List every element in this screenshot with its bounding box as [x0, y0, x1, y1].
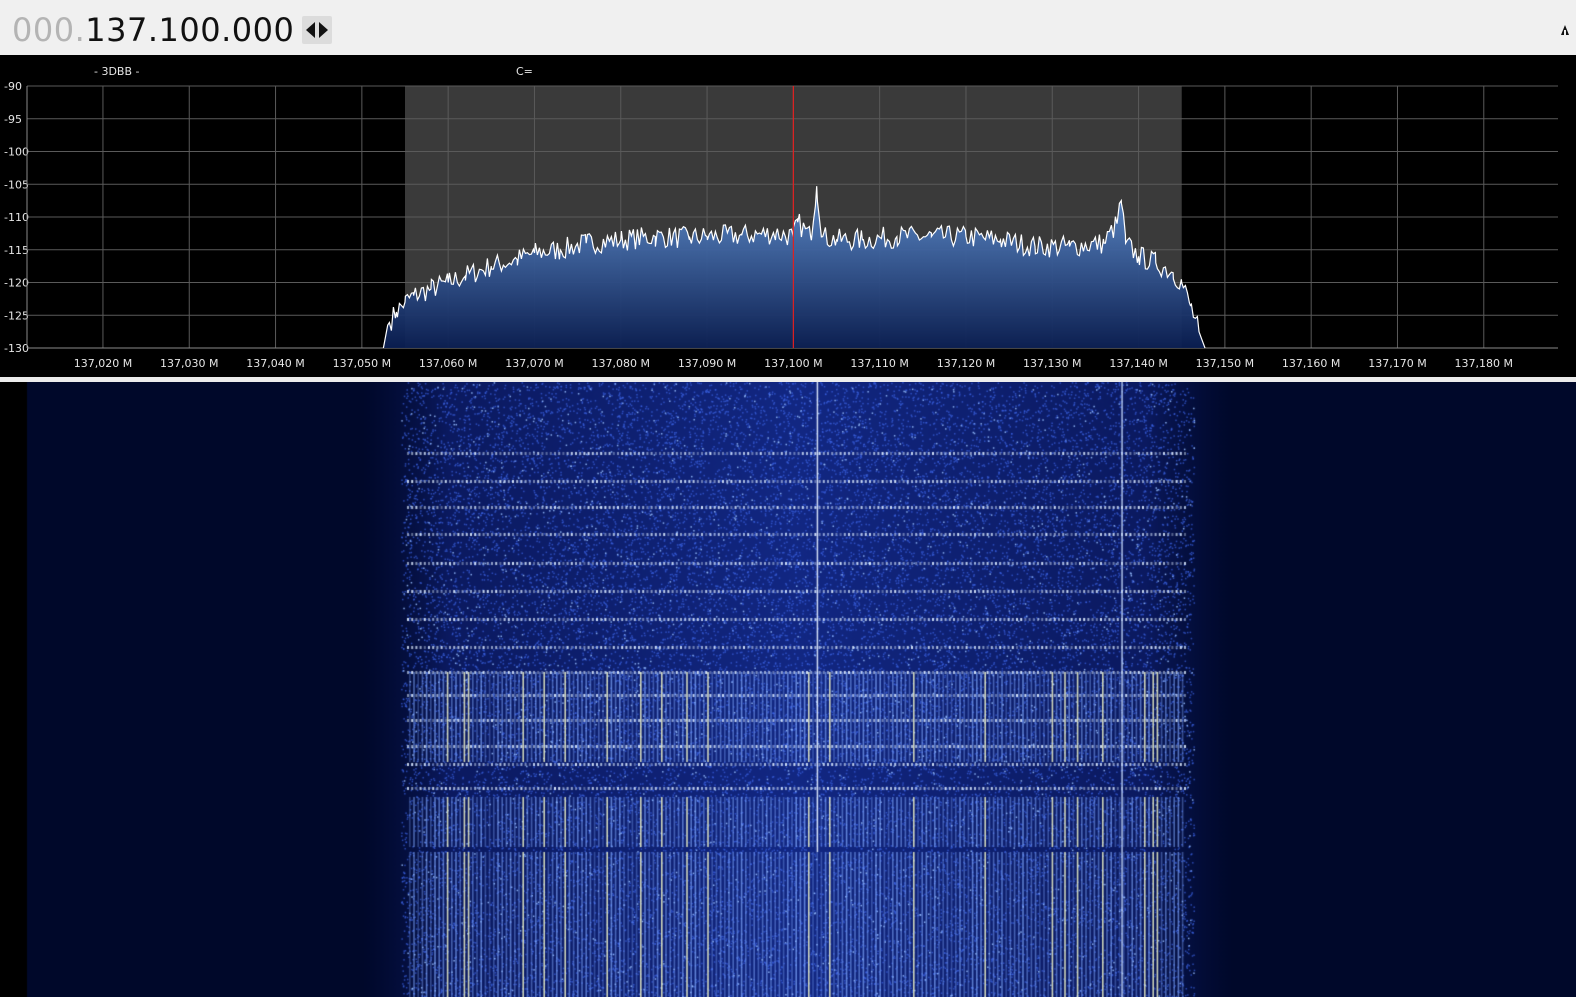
- x-tick-label: 137,060 M: [419, 357, 477, 370]
- x-tick-label: 137,140 M: [1109, 357, 1167, 370]
- y-tick-label: -120: [4, 277, 29, 290]
- x-tick-label: 137,050 M: [333, 357, 391, 370]
- waterfall-display[interactable]: [0, 382, 1576, 997]
- swap-arrows-button[interactable]: [302, 16, 332, 44]
- cursor-label: C=: [516, 65, 533, 78]
- y-tick-label: -110: [4, 211, 29, 224]
- x-tick-label: 137,020 M: [74, 357, 132, 370]
- x-tick-label: 137,090 M: [678, 357, 736, 370]
- x-tick-label: 137,070 M: [505, 357, 563, 370]
- y-tick-label: -95: [4, 113, 22, 126]
- x-tick-label: 137,160 M: [1282, 357, 1340, 370]
- x-tick-label: 137,040 M: [246, 357, 304, 370]
- y-tick-label: -115: [4, 244, 29, 257]
- y-tick-label: -90: [4, 80, 22, 93]
- y-tick-label: -105: [4, 178, 29, 191]
- spectrum-chart[interactable]: - 3DBB - C= -90 -95 -100 -105 -110 -115 -120 -1…: [0, 55, 1576, 377]
- frequency-display[interactable]: 000.137.100.000: [12, 10, 294, 50]
- x-tick-label: 137,130 M: [1023, 357, 1081, 370]
- y-tick-label: -100: [4, 146, 29, 159]
- x-tick-label: 137,180 M: [1455, 357, 1513, 370]
- x-tick-label: 137,170 M: [1368, 357, 1426, 370]
- x-tick-label: 137,100 M: [764, 357, 822, 370]
- x-tick-label: 137,080 M: [592, 357, 650, 370]
- y-tick-label: -130: [4, 342, 29, 355]
- waterfall-panel[interactable]: [0, 382, 1576, 997]
- x-tick-label: 137,030 M: [160, 357, 218, 370]
- left-right-arrows-icon: [306, 22, 328, 38]
- frequency-prefix[interactable]: 000.: [12, 11, 85, 49]
- x-tick-label: 137,150 M: [1196, 357, 1254, 370]
- frequency-value[interactable]: 137.100.000: [85, 11, 294, 49]
- resize-handle-icon[interactable]: [1560, 24, 1570, 36]
- y-tick-label: -125: [4, 309, 29, 322]
- bandwidth-label: - 3DBB -: [94, 65, 140, 78]
- x-tick-label: 137,110 M: [850, 357, 908, 370]
- toolbar: 000.137.100.000: [0, 0, 1576, 55]
- x-tick-label: 137,120 M: [937, 357, 995, 370]
- spectrum-panel[interactable]: - 3DBB - C= -90 -95 -100 -105 -110 -115 -120 -1…: [0, 55, 1576, 377]
